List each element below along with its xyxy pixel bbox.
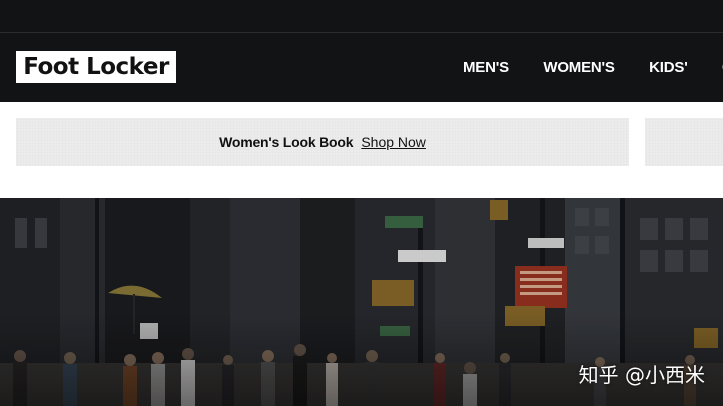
main-nav: MEN'S WOMEN'S KIDS' C bbox=[463, 59, 723, 77]
shop-now-link[interactable]: Shop Now bbox=[361, 134, 426, 150]
nav-womens[interactable]: WOMEN'S bbox=[543, 59, 615, 76]
hero-image[interactable]: 知乎 @小西米 bbox=[0, 198, 723, 406]
watermark-text: 知乎 @小西米 bbox=[578, 363, 705, 387]
utility-bar bbox=[0, 0, 723, 33]
foot-locker-logo[interactable]: Foot Locker bbox=[16, 51, 176, 83]
nav-kids[interactable]: KIDS' bbox=[649, 59, 688, 76]
logo-text: Foot Locker bbox=[23, 54, 169, 80]
promo-banner-womens-look-book[interactable]: Women's Look Book Shop Now bbox=[16, 118, 629, 166]
nav-mens[interactable]: MEN'S bbox=[463, 59, 509, 76]
promo-text: Women's Look Book bbox=[219, 134, 354, 150]
main-header: Foot Locker MEN'S WOMEN'S KIDS' C bbox=[0, 33, 723, 102]
promo-banner-next[interactable] bbox=[645, 118, 723, 166]
promo-carousel: Women's Look Book Shop Now bbox=[0, 102, 723, 198]
